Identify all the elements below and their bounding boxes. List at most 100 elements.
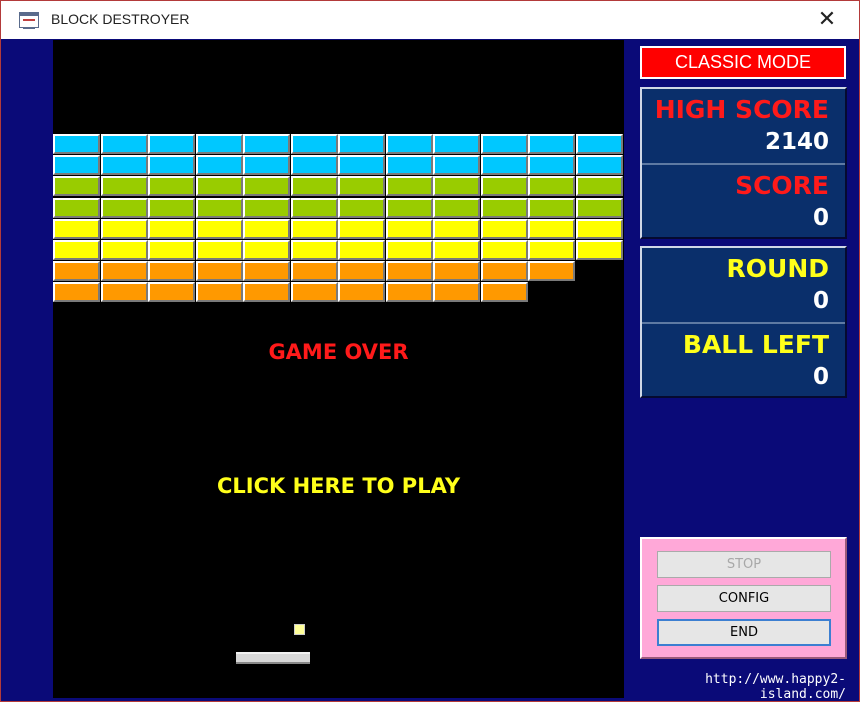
brick — [243, 219, 290, 239]
score-cell: SCORE 0 — [642, 163, 845, 237]
round-value: 0 — [812, 288, 829, 314]
brick — [338, 282, 385, 302]
brick — [148, 198, 195, 218]
brick — [386, 198, 433, 218]
brick — [481, 198, 528, 218]
brick — [148, 155, 195, 175]
brick — [243, 282, 290, 302]
brick — [196, 198, 243, 218]
brick — [433, 282, 480, 302]
brick — [576, 240, 623, 260]
brick — [528, 240, 575, 260]
stop-button[interactable]: STOP — [657, 551, 831, 578]
brick — [528, 198, 575, 218]
brick — [576, 134, 623, 154]
brick — [386, 155, 433, 175]
brick — [433, 155, 480, 175]
brick — [243, 155, 290, 175]
brick — [196, 261, 243, 281]
brick — [148, 219, 195, 239]
playfield[interactable]: GAME OVER CLICK HERE TO PLAY — [53, 40, 624, 698]
high-score-value: 2140 — [764, 129, 829, 155]
ball-left-cell: BALL LEFT 0 — [642, 322, 845, 396]
brick — [53, 155, 100, 175]
brick — [433, 261, 480, 281]
brick — [528, 219, 575, 239]
brick — [291, 176, 338, 196]
app-window: BLOCK DESTROYER ✕ GAME OVER CLICK HERE T… — [0, 0, 860, 702]
brick — [433, 134, 480, 154]
brick — [528, 155, 575, 175]
click-to-play-button[interactable]: CLICK HERE TO PLAY — [53, 474, 624, 498]
brick — [386, 261, 433, 281]
close-button[interactable]: ✕ — [804, 3, 850, 37]
brick — [243, 261, 290, 281]
brick — [196, 282, 243, 302]
brick — [53, 134, 100, 154]
brick — [53, 198, 100, 218]
brick — [291, 198, 338, 218]
brick — [433, 219, 480, 239]
brick — [148, 134, 195, 154]
brick — [576, 198, 623, 218]
brick — [243, 134, 290, 154]
brick — [386, 219, 433, 239]
brick — [53, 282, 100, 302]
round-panel: ROUND 0 BALL LEFT 0 — [640, 246, 847, 398]
brick — [243, 240, 290, 260]
brick — [338, 219, 385, 239]
brick — [481, 240, 528, 260]
brick — [101, 176, 148, 196]
round-cell: ROUND 0 — [642, 248, 845, 322]
brick — [481, 261, 528, 281]
brick — [481, 176, 528, 196]
brick — [291, 240, 338, 260]
brick — [243, 198, 290, 218]
brick — [148, 261, 195, 281]
brick — [196, 240, 243, 260]
brick — [576, 176, 623, 196]
brick — [101, 261, 148, 281]
title-bar[interactable]: BLOCK DESTROYER ✕ — [1, 1, 859, 39]
brick — [481, 282, 528, 302]
ball-left-value: 0 — [812, 364, 829, 390]
brick — [433, 240, 480, 260]
classic-mode-button[interactable]: CLASSIC MODE — [640, 46, 846, 79]
brick — [101, 282, 148, 302]
end-button[interactable]: END — [657, 619, 831, 646]
brick — [481, 155, 528, 175]
round-label: ROUND — [726, 254, 829, 283]
high-score-label: HIGH SCORE — [654, 95, 829, 124]
score-panel: HIGH SCORE 2140 SCORE 0 — [640, 87, 847, 239]
brick — [196, 176, 243, 196]
brick — [576, 219, 623, 239]
score-label: SCORE — [735, 171, 829, 200]
brick — [338, 261, 385, 281]
game-content: GAME OVER CLICK HERE TO PLAY CLASSIC MOD… — [6, 40, 856, 702]
high-score-cell: HIGH SCORE 2140 — [642, 89, 845, 163]
brick — [101, 219, 148, 239]
brick — [148, 176, 195, 196]
control-panel: STOP CONFIG END — [640, 537, 847, 659]
brick — [196, 155, 243, 175]
brick — [528, 261, 575, 281]
brick — [101, 198, 148, 218]
brick — [338, 134, 385, 154]
brick — [243, 176, 290, 196]
config-button[interactable]: CONFIG — [657, 585, 831, 612]
brick — [291, 155, 338, 175]
brick — [291, 282, 338, 302]
brick — [338, 155, 385, 175]
brick — [53, 240, 100, 260]
score-value: 0 — [812, 205, 829, 231]
brick — [338, 176, 385, 196]
website-link[interactable]: http://www.happy2-island.com/ — [640, 672, 846, 702]
brick — [433, 176, 480, 196]
brick — [338, 240, 385, 260]
ball — [294, 624, 305, 635]
brick — [338, 198, 385, 218]
brick — [53, 261, 100, 281]
app-window-icon — [19, 12, 39, 29]
brick — [291, 134, 338, 154]
brick — [148, 282, 195, 302]
